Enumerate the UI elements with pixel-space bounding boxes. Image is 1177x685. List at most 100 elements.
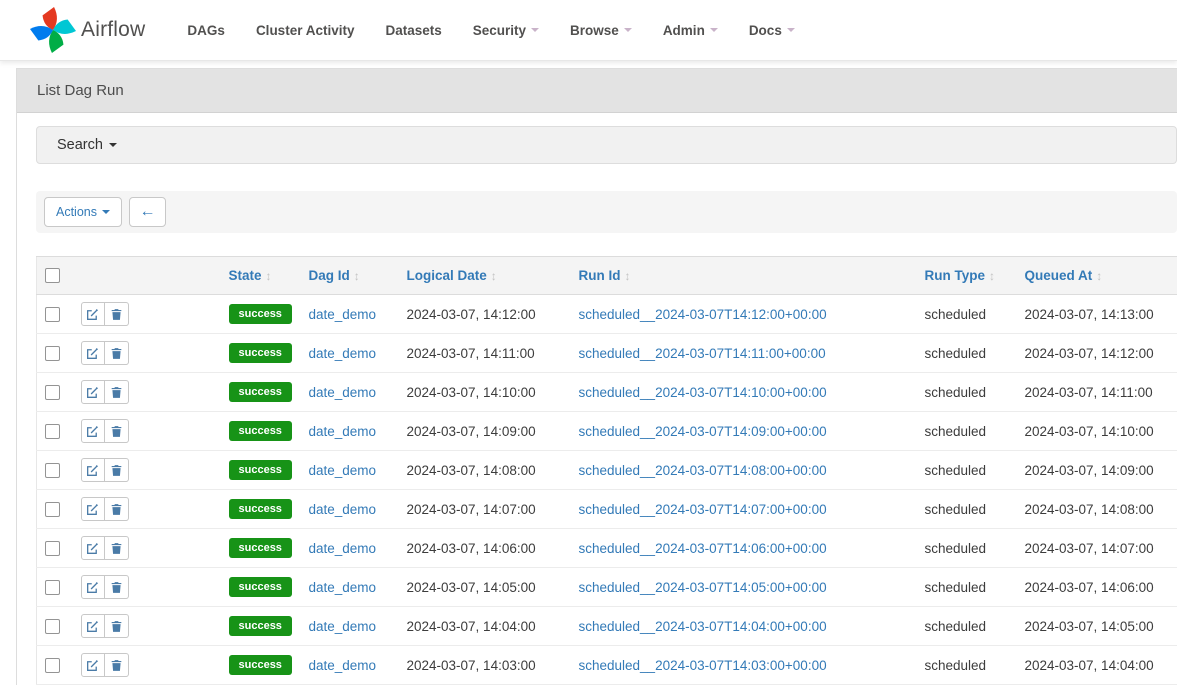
airflow-logo[interactable]: Airflow	[30, 7, 145, 53]
delete-button[interactable]	[105, 614, 129, 638]
table-row: success date_demo 2024-03-07, 14:04:00 s…	[37, 607, 1177, 646]
column-header-logical-date[interactable]: Logical Date↕	[399, 257, 571, 295]
delete-button[interactable]	[105, 341, 129, 365]
dag-id-link[interactable]: date_demo	[309, 541, 377, 556]
select-all-checkbox[interactable]	[45, 268, 60, 283]
row-action-buttons	[81, 575, 129, 599]
nav-item[interactable]: DAGs	[187, 23, 225, 38]
delete-button[interactable]	[105, 458, 129, 482]
panel-heading: List Dag Run	[17, 69, 1177, 113]
row-checkbox[interactable]	[45, 307, 60, 322]
column-header-queued-at[interactable]: Queued At↕	[1017, 257, 1177, 295]
trash-icon	[110, 386, 123, 399]
nav-item[interactable]: Admin	[663, 23, 718, 38]
chevron-down-icon	[109, 143, 117, 147]
edit-button[interactable]	[81, 419, 105, 443]
run-type-cell: scheduled	[917, 568, 1017, 607]
column-header-state[interactable]: State↕	[221, 257, 301, 295]
run-id-link[interactable]: scheduled__2024-03-07T14:11:00+00:00	[579, 346, 826, 361]
dag-id-link[interactable]: date_demo	[309, 658, 377, 673]
nav-item[interactable]: Browse	[570, 23, 632, 38]
nav-item[interactable]: Cluster Activity	[256, 23, 355, 38]
edit-button[interactable]	[81, 536, 105, 560]
row-checkbox[interactable]	[45, 346, 60, 361]
column-header-run-id[interactable]: Run Id↕	[571, 257, 917, 295]
sort-icon[interactable]: ↕	[1096, 269, 1102, 283]
run-id-link[interactable]: scheduled__2024-03-07T14:08:00+00:00	[579, 463, 827, 478]
delete-button[interactable]	[105, 380, 129, 404]
sort-icon[interactable]: ↕	[491, 269, 497, 283]
chevron-down-icon	[787, 28, 795, 32]
edit-button[interactable]	[81, 458, 105, 482]
row-checkbox[interactable]	[45, 502, 60, 517]
airflow-pinwheel-icon	[30, 7, 76, 53]
row-checkbox[interactable]	[45, 463, 60, 478]
edit-icon	[86, 581, 99, 594]
edit-icon	[86, 503, 99, 516]
edit-button[interactable]	[81, 341, 105, 365]
sort-icon[interactable]: ↕	[625, 269, 631, 283]
dag-id-link[interactable]: date_demo	[309, 424, 377, 439]
run-id-link[interactable]: scheduled__2024-03-07T14:04:00+00:00	[579, 619, 827, 634]
run-id-link[interactable]: scheduled__2024-03-07T14:12:00+00:00	[579, 307, 827, 322]
sort-icon[interactable]: ↕	[354, 269, 360, 283]
actions-dropdown-button[interactable]: Actions	[44, 197, 122, 227]
row-checkbox[interactable]	[45, 658, 60, 673]
delete-button[interactable]	[105, 536, 129, 560]
dag-id-link[interactable]: date_demo	[309, 385, 377, 400]
delete-button[interactable]	[105, 497, 129, 521]
edit-button[interactable]	[81, 497, 105, 521]
sort-icon[interactable]: ↕	[266, 269, 272, 283]
dag-id-link[interactable]: date_demo	[309, 619, 377, 634]
run-id-link[interactable]: scheduled__2024-03-07T14:05:00+00:00	[579, 580, 827, 595]
run-id-link[interactable]: scheduled__2024-03-07T14:07:00+00:00	[579, 502, 827, 517]
nav-item[interactable]: Datasets	[385, 23, 441, 38]
delete-button[interactable]	[105, 653, 129, 677]
edit-button[interactable]	[81, 302, 105, 326]
logical-date-cell: 2024-03-07, 14:06:00	[399, 529, 571, 568]
edit-button[interactable]	[81, 575, 105, 599]
sort-icon[interactable]: ↕	[989, 269, 995, 283]
row-checkbox[interactable]	[45, 619, 60, 634]
edit-button[interactable]	[81, 653, 105, 677]
row-checkbox[interactable]	[45, 424, 60, 439]
table-row: success date_demo 2024-03-07, 14:07:00 s…	[37, 490, 1177, 529]
logical-date-cell: 2024-03-07, 14:07:00	[399, 490, 571, 529]
row-action-buttons	[81, 614, 129, 638]
row-checkbox[interactable]	[45, 580, 60, 595]
row-action-buttons	[81, 497, 129, 521]
dag-id-link[interactable]: date_demo	[309, 346, 377, 361]
run-type-cell: scheduled	[917, 529, 1017, 568]
dag-id-link[interactable]: date_demo	[309, 502, 377, 517]
run-id-link[interactable]: scheduled__2024-03-07T14:10:00+00:00	[579, 385, 827, 400]
nav-item[interactable]: Docs	[749, 23, 795, 38]
row-checkbox[interactable]	[45, 385, 60, 400]
edit-button[interactable]	[81, 614, 105, 638]
left-arrow-icon: ←	[140, 203, 156, 221]
table-row: success date_demo 2024-03-07, 14:09:00 s…	[37, 412, 1177, 451]
column-header-run-type[interactable]: Run Type↕	[917, 257, 1017, 295]
edit-button[interactable]	[81, 380, 105, 404]
table-row: success date_demo 2024-03-07, 14:11:00 s…	[37, 334, 1177, 373]
delete-button[interactable]	[105, 302, 129, 326]
nav-item[interactable]: Security	[473, 23, 539, 38]
dag-id-link[interactable]: date_demo	[309, 307, 377, 322]
search-dropdown[interactable]: Search	[36, 126, 1177, 164]
chevron-down-icon	[710, 28, 718, 32]
dag-id-link[interactable]: date_demo	[309, 463, 377, 478]
run-id-link[interactable]: scheduled__2024-03-07T14:06:00+00:00	[579, 541, 827, 556]
delete-button[interactable]	[105, 419, 129, 443]
dag-id-link[interactable]: date_demo	[309, 580, 377, 595]
state-badge: success	[229, 460, 292, 480]
navbar: Airflow DAGs Cluster Activity Datasets S…	[0, 0, 1177, 61]
run-type-cell: scheduled	[917, 373, 1017, 412]
delete-button[interactable]	[105, 575, 129, 599]
column-header-dag-id[interactable]: Dag Id↕	[301, 257, 399, 295]
brand-name: Airflow	[81, 18, 145, 42]
run-id-link[interactable]: scheduled__2024-03-07T14:03:00+00:00	[579, 658, 827, 673]
row-checkbox[interactable]	[45, 541, 60, 556]
run-type-cell: scheduled	[917, 295, 1017, 334]
trash-icon	[110, 347, 123, 360]
back-button[interactable]: ←	[129, 197, 166, 227]
run-id-link[interactable]: scheduled__2024-03-07T14:09:00+00:00	[579, 424, 827, 439]
